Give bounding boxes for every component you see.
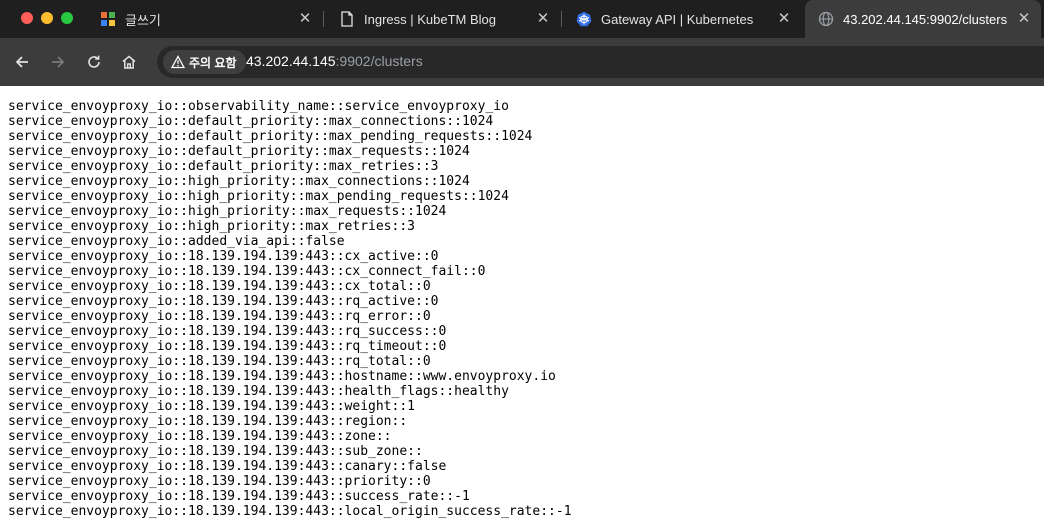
text-line: service_envoyproxy_io::18.139.194.139:44… xyxy=(8,504,572,519)
arrow-left-icon xyxy=(15,56,28,68)
warning-triangle-icon xyxy=(171,55,185,69)
document-icon xyxy=(341,11,353,27)
text-line: service_envoyproxy_io::18.139.194.139:44… xyxy=(8,414,408,429)
tab-clusters-active[interactable]: 43.202.44.145:9902/clusters ✕ xyxy=(805,0,1041,38)
text-line: service_envoyproxy_io::18.139.194.139:44… xyxy=(8,429,392,444)
url-path: :9902/clusters xyxy=(335,53,423,69)
clusters-text-output: service_envoyproxy_io::observability_nam… xyxy=(0,86,1044,519)
home-icon xyxy=(122,55,136,69)
text-line: service_envoyproxy_io::18.139.194.139:44… xyxy=(8,459,447,474)
globe-icon xyxy=(818,11,834,27)
page-content: service_envoyproxy_io::observability_nam… xyxy=(0,86,1044,527)
reload-icon xyxy=(88,55,100,68)
tab-strip: 글쓰기 ✕ Ingress | KubeTM Blog ✕ Gateway AP… xyxy=(0,0,1044,38)
tab-close-icon[interactable]: ✕ xyxy=(298,11,312,26)
tab-title: 43.202.44.145:9902/clusters xyxy=(843,11,1008,27)
text-line: service_envoyproxy_io::18.139.194.139:44… xyxy=(8,474,431,489)
arrow-right-icon xyxy=(52,56,65,68)
back-button[interactable] xyxy=(10,50,34,74)
tab-write[interactable]: 글쓰기 ✕ xyxy=(87,0,322,38)
address-bar[interactable]: 주의 요함 43.202.44.145:9902/clusters xyxy=(157,46,1044,78)
tab-gateway-api[interactable]: Gateway API | Kubernetes ✕ xyxy=(563,0,801,38)
grid-app-icon xyxy=(101,12,115,26)
text-line: service_envoyproxy_io::18.139.194.139:44… xyxy=(8,489,470,504)
tab-close-icon[interactable]: ✕ xyxy=(536,11,550,26)
tab-title: 글쓰기 xyxy=(125,12,161,28)
text-line: service_envoyproxy_io::high_priority::ma… xyxy=(8,204,447,219)
zoom-window-button[interactable] xyxy=(61,12,73,24)
url-host: 43.202.44.145 xyxy=(246,53,336,69)
tab-divider xyxy=(561,11,562,27)
tab-title: Ingress | KubeTM Blog xyxy=(364,11,496,27)
text-line: service_envoyproxy_io::default_priority:… xyxy=(8,129,533,144)
security-chip-label: 주의 요함 xyxy=(189,55,237,70)
kubernetes-icon xyxy=(576,11,592,27)
text-line: service_envoyproxy_io::18.139.194.139:44… xyxy=(8,279,431,294)
reload-button[interactable] xyxy=(82,50,106,74)
text-line: service_envoyproxy_io::high_priority::ma… xyxy=(8,189,509,204)
text-line: service_envoyproxy_io::added_via_api::fa… xyxy=(8,234,345,249)
text-line: service_envoyproxy_io::high_priority::ma… xyxy=(8,219,415,234)
tab-title: Gateway API | Kubernetes xyxy=(601,11,754,27)
text-line: service_envoyproxy_io::default_priority:… xyxy=(8,159,439,174)
text-line: service_envoyproxy_io::default_priority:… xyxy=(8,114,494,129)
tab-divider xyxy=(323,11,324,27)
text-line: service_envoyproxy_io::18.139.194.139:44… xyxy=(8,444,423,459)
tab-close-icon[interactable]: ✕ xyxy=(777,11,791,26)
text-line: service_envoyproxy_io::18.139.194.139:44… xyxy=(8,264,486,279)
browser-chrome: 글쓰기 ✕ Ingress | KubeTM Blog ✕ Gateway AP… xyxy=(0,0,1044,86)
text-line: service_envoyproxy_io::18.139.194.139:44… xyxy=(8,399,415,414)
text-line: service_envoyproxy_io::18.139.194.139:44… xyxy=(8,294,439,309)
text-line: service_envoyproxy_io::18.139.194.139:44… xyxy=(8,369,556,384)
window-controls xyxy=(21,12,73,24)
text-line: service_envoyproxy_io::default_priority:… xyxy=(8,144,470,159)
text-line: service_envoyproxy_io::18.139.194.139:44… xyxy=(8,309,431,324)
home-button[interactable] xyxy=(117,50,141,74)
text-line: service_envoyproxy_io::18.139.194.139:44… xyxy=(8,354,431,369)
text-line: service_envoyproxy_io::observability_nam… xyxy=(8,99,509,114)
tab-ingress-blog[interactable]: Ingress | KubeTM Blog ✕ xyxy=(326,0,560,38)
url-text: 43.202.44.145:9902/clusters xyxy=(246,53,423,69)
forward-button[interactable] xyxy=(46,50,70,74)
text-line: service_envoyproxy_io::18.139.194.139:44… xyxy=(8,384,509,399)
text-line: service_envoyproxy_io::high_priority::ma… xyxy=(8,174,470,189)
tab-close-icon[interactable]: ✕ xyxy=(1017,11,1031,26)
minimize-window-button[interactable] xyxy=(41,12,53,24)
close-window-button[interactable] xyxy=(21,12,33,24)
toolbar: 주의 요함 43.202.44.145:9902/clusters xyxy=(0,38,1044,86)
text-line: service_envoyproxy_io::18.139.194.139:44… xyxy=(8,324,447,339)
security-chip[interactable]: 주의 요함 xyxy=(163,50,246,74)
text-line: service_envoyproxy_io::18.139.194.139:44… xyxy=(8,249,439,264)
text-line: service_envoyproxy_io::18.139.194.139:44… xyxy=(8,339,447,354)
